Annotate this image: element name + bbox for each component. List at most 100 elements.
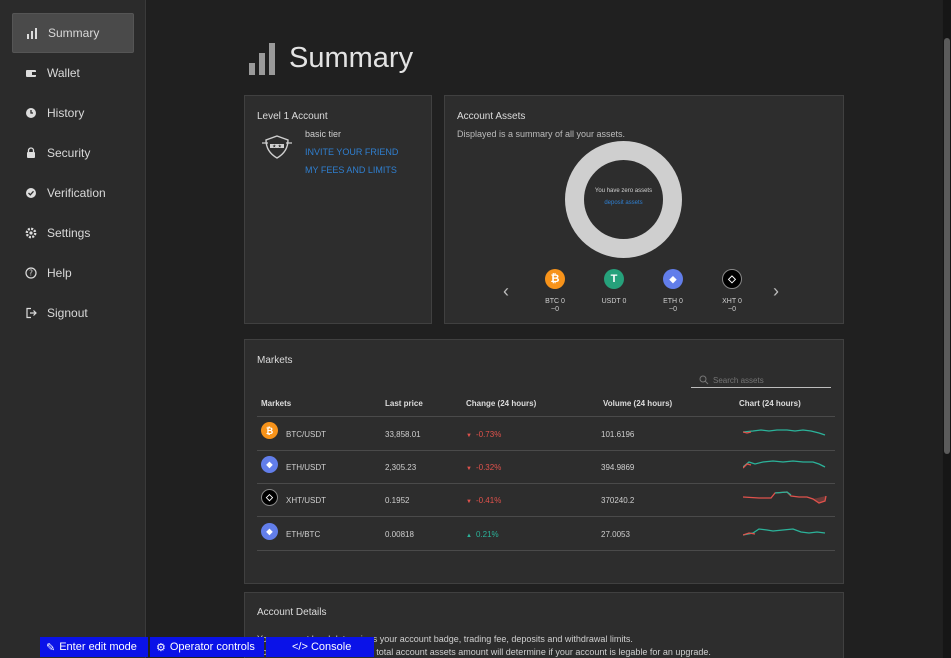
down-arrow-icon: ▼ — [466, 499, 472, 505]
help-icon: ? — [24, 266, 38, 280]
change-cell: ▼ -0.73% — [466, 430, 502, 439]
volume-cell: 370240.2 — [601, 496, 635, 505]
lock-icon — [24, 146, 38, 160]
sidebar-item-history[interactable]: History — [12, 93, 134, 133]
shield-badge-icon: ★ ★ — [262, 135, 292, 159]
sparkline-chart — [743, 491, 827, 504]
pencil-icon: ✎ — [46, 641, 56, 654]
search-underline — [691, 387, 831, 388]
details-card-title: Account Details — [257, 607, 327, 618]
svg-text:★ ★: ★ ★ — [272, 144, 282, 150]
markets-search-input[interactable] — [713, 375, 829, 386]
bar-chart-icon — [25, 26, 39, 40]
chevron-left-icon[interactable]: ‹ — [503, 281, 509, 302]
sidebar-item-label: Summary — [48, 26, 100, 40]
row-divider — [257, 516, 835, 517]
tier-text: basic tier — [305, 129, 342, 139]
sidebar-item-signout[interactable]: Signout — [12, 293, 134, 333]
sidebar-item-security[interactable]: Security — [12, 133, 134, 173]
btc-coin-icon: ₿ — [545, 269, 565, 289]
volume-cell: 101.6196 — [601, 430, 635, 439]
invite-friend-link[interactable]: INVITE YOUR FRIEND — [305, 147, 398, 157]
sidebar-item-help[interactable]: ? Help — [12, 253, 134, 293]
sidebar-item-label: Verification — [47, 186, 106, 200]
scrollbar-thumb[interactable] — [944, 38, 950, 454]
header-divider — [257, 416, 835, 417]
edit-mode-button[interactable]: ✎ Enter edit mode — [40, 637, 148, 657]
last-price-cell: 33,858.01 — [385, 430, 421, 439]
sidebar-item-label: Help — [47, 266, 72, 280]
last-price-cell: 2,305.23 — [385, 463, 417, 472]
markets-card: Markets Markets Last price Change (24 ho… — [244, 339, 844, 584]
console-button[interactable]: </> Console — [266, 637, 374, 657]
sparkline-chart — [743, 460, 826, 469]
gear-icon: ⚙ — [156, 641, 166, 654]
check-badge-icon — [24, 186, 38, 200]
row-divider — [257, 550, 835, 551]
markets-card-title: Markets — [257, 355, 293, 366]
svg-text:?: ? — [29, 269, 33, 278]
sidebar-item-label: History — [47, 106, 85, 120]
sidebar-item-verification[interactable]: Verification — [12, 173, 134, 213]
row-divider — [257, 483, 835, 484]
last-price-cell: 0.1952 — [385, 496, 410, 505]
summary-bar-chart-icon — [249, 43, 275, 75]
btc-coin-icon: ₿ — [261, 422, 278, 439]
sidebar: Summary Wallet History Security Verifica… — [0, 0, 146, 658]
pair-cell: ETH/BTC — [286, 530, 321, 539]
donut-center: You have zero assets deposit assets — [584, 160, 663, 239]
col-header-last-price[interactable]: Last price — [385, 399, 423, 408]
operator-controls-button[interactable]: ⚙ Operator controls — [150, 637, 264, 657]
xht-coin-icon: ◇ — [722, 269, 742, 289]
page-scrollbar[interactable] — [943, 0, 951, 658]
chevron-right-icon[interactable]: › — [773, 281, 779, 302]
sidebar-item-label: Security — [47, 146, 91, 160]
sparkline-chart — [743, 429, 826, 436]
col-header-change[interactable]: Change (24 hours) — [466, 399, 536, 408]
down-arrow-icon: ▼ — [466, 466, 472, 472]
assets-card-title: Account Assets — [457, 111, 526, 122]
signout-icon — [24, 306, 38, 320]
sidebar-item-label: Wallet — [47, 66, 80, 80]
last-price-cell: 0.00818 — [385, 530, 414, 539]
sidebar-item-label: Settings — [47, 226, 91, 240]
page-header: Summary — [249, 42, 413, 75]
xht-asset-label: XHT 0 ~0 — [722, 298, 742, 313]
sidebar-item-settings[interactable]: Settings — [12, 213, 134, 253]
sparkline-chart — [743, 528, 826, 536]
search-icon — [699, 375, 709, 385]
change-cell: ▼ -0.41% — [466, 496, 502, 505]
wallet-icon — [24, 66, 38, 80]
change-cell: ▼ -0.32% — [466, 463, 502, 472]
up-arrow-icon: ▲ — [466, 533, 472, 539]
row-divider — [257, 450, 835, 451]
level-card-title: Level 1 Account — [257, 111, 328, 122]
eth-coin-icon: ◆ — [663, 269, 683, 289]
fees-limits-link[interactable]: MY FEES AND LIMITS — [305, 165, 397, 175]
assets-donut-chart: You have zero assets deposit assets — [565, 141, 682, 258]
col-header-volume[interactable]: Volume (24 hours) — [603, 399, 672, 408]
sidebar-item-label: Signout — [47, 306, 88, 320]
col-header-chart[interactable]: Chart (24 hours) — [739, 399, 801, 408]
col-header-markets[interactable]: Markets — [261, 399, 291, 408]
volume-cell: 394.9869 — [601, 463, 635, 472]
pair-cell: ETH/USDT — [286, 463, 326, 472]
btc-asset-label: BTC 0 ~0 — [545, 298, 565, 313]
usdt-coin-icon: T — [604, 269, 624, 289]
volume-cell: 27.0053 — [601, 530, 630, 539]
deposit-assets-link[interactable]: deposit assets — [584, 200, 663, 206]
eth-asset-label: ETH 0 ~0 — [663, 298, 683, 313]
account-assets-card: Account Assets Displayed is a summary of… — [444, 95, 844, 324]
sidebar-item-summary[interactable]: Summary — [12, 13, 134, 53]
zero-assets-text: You have zero assets — [594, 188, 653, 194]
down-arrow-icon: ▼ — [466, 433, 472, 439]
sidebar-item-wallet[interactable]: Wallet — [12, 53, 134, 93]
eth-coin-icon: ◆ — [261, 523, 278, 540]
assets-card-subtitle: Displayed is a summary of all your asset… — [457, 129, 626, 139]
level-account-card: Level 1 Account ★ ★ basic tier INVITE YO… — [244, 95, 432, 324]
xht-coin-icon: ◇ — [261, 489, 278, 506]
pair-cell: BTC/USDT — [286, 430, 326, 439]
usdt-asset-label: USDT 0 — [601, 298, 627, 305]
page-title: Summary — [289, 42, 414, 74]
change-cell: ▲ 0.21% — [466, 530, 499, 539]
